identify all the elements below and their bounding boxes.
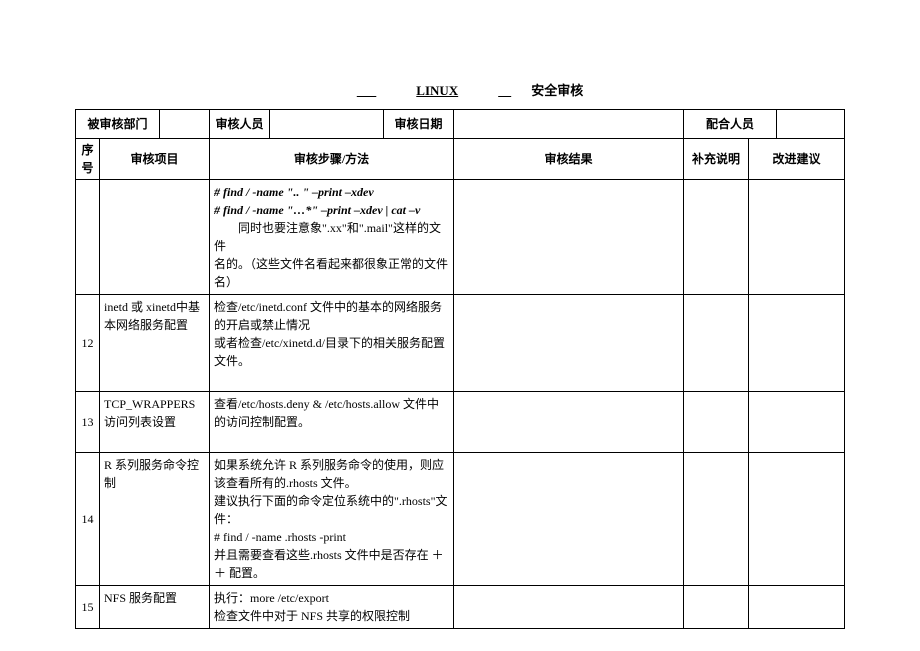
step-text: 名的。（这些文件名看起来都很象正常的文件名） xyxy=(214,255,449,291)
steps-cell: 如果系统允许 R 系列服务命令的使用，则应该查看所有的.rhosts 文件。 建… xyxy=(210,453,454,586)
step-text: 检查/etc/inetd.conf 文件中的基本的网络服务的开启或禁止情况 xyxy=(214,298,449,334)
table-row: 15 NFS 服务配置 执行：more /etc/export 检查文件中对于 … xyxy=(76,586,845,629)
date-value xyxy=(454,110,684,139)
step-text: 检查文件中对于 NFS 共享的权限控制 xyxy=(214,607,449,625)
header-row: 序号 审核项目 审核步骤/方法 审核结果 补充说明 改进建议 xyxy=(76,139,845,180)
seq-cell: 15 xyxy=(76,586,100,629)
imp-cell xyxy=(749,295,845,392)
step-text: 如果系统允许 R 系列服务命令的使用，则应该查看所有的.rhosts 文件。 xyxy=(214,456,449,492)
step-text: 并且需要查看这些.rhosts 文件中是否存在 ＋＋ 配置。 xyxy=(214,546,449,582)
step-text: 建议执行下面的命令定位系统中的".rhosts"文件： xyxy=(214,492,449,528)
supp-cell xyxy=(684,180,749,295)
hdr-steps: 审核步骤/方法 xyxy=(210,139,454,180)
steps-cell: 检查/etc/inetd.conf 文件中的基本的网络服务的开启或禁止情况 或者… xyxy=(210,295,454,392)
supp-cell xyxy=(684,295,749,392)
result-cell xyxy=(454,180,684,295)
item-cell: inetd 或 xinetd中基本网络服务配置 xyxy=(100,295,210,392)
coop-value xyxy=(777,110,845,139)
result-cell xyxy=(454,453,684,586)
hdr-result: 审核结果 xyxy=(454,139,684,180)
page-title: LINUX 安全审核 xyxy=(75,80,845,99)
item-cell xyxy=(100,180,210,295)
step-text: # find / -name .rhosts -print xyxy=(214,528,449,546)
hdr-seq: 序号 xyxy=(76,139,100,180)
imp-cell xyxy=(749,586,845,629)
supp-cell xyxy=(684,392,749,453)
table-row: # find / -name ".. " –print –xdev # find… xyxy=(76,180,845,295)
audit-table: 被审核部门 审核人员 审核日期 配合人员 序号 审核项目 审核步骤/方法 审核结… xyxy=(75,109,845,629)
step-text: 执行：more /etc/export xyxy=(214,589,449,607)
steps-cell: 查看/etc/hosts.deny & /etc/hosts.allow 文件中… xyxy=(210,392,454,453)
cmd-line: # find / -name ".. " –print –xdev xyxy=(214,183,449,201)
result-cell xyxy=(454,392,684,453)
item-cell: NFS 服务配置 xyxy=(100,586,210,629)
item-cell: TCP_WRAPPERS 访问列表设置 xyxy=(100,392,210,453)
date-label: 审核日期 xyxy=(384,110,454,139)
dept-value xyxy=(160,110,210,139)
title-suffix: 安全审核 xyxy=(531,83,583,98)
supp-cell xyxy=(684,453,749,586)
result-cell xyxy=(454,295,684,392)
table-row: 12 inetd 或 xinetd中基本网络服务配置 检查/etc/inetd.… xyxy=(76,295,845,392)
meta-row: 被审核部门 审核人员 审核日期 配合人员 xyxy=(76,110,845,139)
auditor-label: 审核人员 xyxy=(210,110,270,139)
step-text: 查看/etc/hosts.deny & /etc/hosts.allow 文件中… xyxy=(214,395,449,431)
auditor-value xyxy=(270,110,384,139)
hdr-supp: 补充说明 xyxy=(684,139,749,180)
title-blank-prefix xyxy=(337,83,397,98)
seq-cell: 13 xyxy=(76,392,100,453)
hdr-imp: 改进建议 xyxy=(749,139,845,180)
steps-cell: # find / -name ".. " –print –xdev # find… xyxy=(210,180,454,295)
dept-label: 被审核部门 xyxy=(76,110,160,139)
imp-cell xyxy=(749,392,845,453)
result-cell xyxy=(454,586,684,629)
steps-cell: 执行：more /etc/export 检查文件中对于 NFS 共享的权限控制 xyxy=(210,586,454,629)
step-text: 或者检查/etc/xinetd.d/目录下的相关服务配置文件。 xyxy=(214,334,449,370)
table-row: 14 R 系列服务命令控制 如果系统允许 R 系列服务命令的使用，则应该查看所有… xyxy=(76,453,845,586)
seq-cell: 12 xyxy=(76,295,100,392)
imp-cell xyxy=(749,180,845,295)
step-text: 同时也要注意象".xx"和".mail"这样的文件 xyxy=(214,219,449,255)
cmd-line: # find / -name "…*" –print –xdev | cat –… xyxy=(214,201,449,219)
item-cell: R 系列服务命令控制 xyxy=(100,453,210,586)
seq-cell xyxy=(76,180,100,295)
step-text-a: 同时也要注意象".xx"和".mail"这样的文件 xyxy=(214,221,441,253)
imp-cell xyxy=(749,453,845,586)
supp-cell xyxy=(684,586,749,629)
title-blank-mid xyxy=(478,83,531,98)
hdr-item: 审核项目 xyxy=(100,139,210,180)
table-row: 13 TCP_WRAPPERS 访问列表设置 查看/etc/hosts.deny… xyxy=(76,392,845,453)
coop-label: 配合人员 xyxy=(684,110,777,139)
seq-cell: 14 xyxy=(76,453,100,586)
title-linux: LINUX xyxy=(396,83,478,98)
